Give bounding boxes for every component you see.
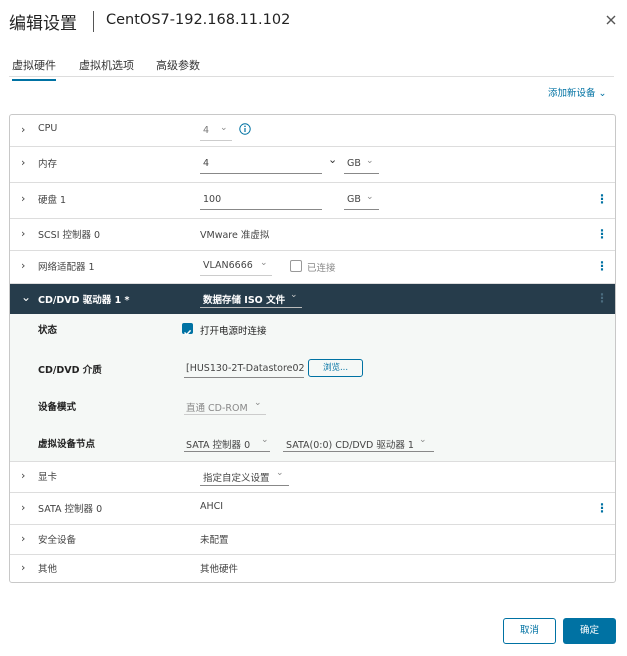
row-cd-dvd-drive: ⌄ CD/DVD 驱动器 1 * 数据存储 ISO 文件 ⌄ ⋮ <box>10 284 615 314</box>
video-card-select[interactable]: 指定自定义设置 <box>203 470 270 484</box>
tab-vm-options[interactable]: 虚拟机选项 <box>79 57 134 73</box>
expand-chevron-icon[interactable]: › <box>21 501 25 514</box>
cpu-select-underline <box>200 140 232 141</box>
checkmark-icon <box>183 329 192 336</box>
expand-chevron-icon[interactable]: › <box>21 156 25 169</box>
chevron-down-icon[interactable]: ⌄ <box>366 156 374 166</box>
row-video-card: › 显卡 指定自定义设置 ⌄ <box>10 462 615 493</box>
tab-virtual-hardware[interactable]: 虚拟硬件 <box>12 57 56 81</box>
device-mode-label: 设备模式 <box>38 402 77 413</box>
memory-unit-select[interactable]: GB <box>347 158 361 169</box>
node-slot-underline <box>283 451 434 452</box>
more-options-icon[interactable]: ⋮ <box>596 259 608 273</box>
node-controller-underline <box>184 451 270 452</box>
node-controller-select[interactable]: SATA 控制器 0 <box>186 437 250 451</box>
chevron-down-icon[interactable]: ⌄ <box>261 435 269 445</box>
power-on-connect-label: 打开电源时连接 <box>200 326 267 337</box>
media-input-underline <box>184 377 304 378</box>
video-card-label: 显卡 <box>38 472 58 483</box>
row-network-adapter: › 网络适配器 1 VLAN6666 ⌄ 已连接 ⋮ <box>10 251 615 284</box>
connected-checkbox[interactable] <box>290 260 302 272</box>
security-value: 未配置 <box>200 535 229 546</box>
scsi-value: VMware 准虚拟 <box>200 230 270 241</box>
disk-unit-underline <box>344 209 379 210</box>
security-label: 安全设备 <box>38 535 77 546</box>
dialog-title: 编辑设置 <box>9 14 77 34</box>
add-new-device-link[interactable]: 添加新设备 ⌄ <box>548 85 607 99</box>
memory-unit-underline <box>344 173 379 174</box>
row-cpu: › CPU 4 ⌄ <box>10 115 615 147</box>
sata-value: AHCI <box>200 501 224 512</box>
chevron-down-icon[interactable]: ⌄ <box>220 123 228 133</box>
row-memory: › 内存 4 ⌄ GB ⌄ <box>10 147 615 183</box>
title-divider <box>93 11 94 32</box>
expand-chevron-icon[interactable]: › <box>21 227 25 240</box>
ok-button[interactable]: 确定 <box>563 618 616 644</box>
sata-label: SATA 控制器 0 <box>38 504 103 515</box>
row-sata-controller: › SATA 控制器 0 AHCI ⋮ <box>10 493 615 525</box>
cpu-label: CPU <box>38 123 58 134</box>
chevron-down-icon[interactable]: ⌄ <box>419 435 427 445</box>
cd-dvd-type-select[interactable]: 数据存储 ISO 文件 <box>203 292 285 306</box>
cd-dvd-type-underline <box>200 307 302 308</box>
row-scsi-controller: › SCSI 控制器 0 VMware 准虚拟 ⋮ <box>10 219 615 251</box>
chevron-down-icon[interactable]: ⌄ <box>276 468 284 478</box>
other-label: 其他 <box>38 564 58 575</box>
node-slot-select[interactable]: SATA(0:0) CD/DVD 驱动器 1 <box>286 437 414 451</box>
memory-label: 内存 <box>38 159 58 170</box>
disk-input-underline <box>200 209 322 210</box>
cd-dvd-details: 状态 打开电源时连接 CD/DVD 介质 [HUS130-2T-Datastor… <box>10 314 615 462</box>
disk-size-input[interactable]: 100 <box>203 194 221 205</box>
expand-chevron-icon[interactable]: › <box>21 561 25 574</box>
media-path-input[interactable]: [HUS130-2T-Datastore02 <box>186 363 304 374</box>
virtual-device-node-label: 虚拟设备节点 <box>38 439 96 450</box>
chevron-down-icon: ⌄ <box>598 88 607 99</box>
connected-label: 已连接 <box>307 263 336 274</box>
expand-chevron-icon[interactable]: › <box>21 469 25 482</box>
tab-advanced-parameters[interactable]: 高级参数 <box>156 57 200 73</box>
status-label: 状态 <box>38 325 58 336</box>
expand-chevron-icon[interactable]: › <box>21 259 25 272</box>
cd-dvd-media-label: CD/DVD 介质 <box>38 365 102 376</box>
row-other: › 其他 其他硬件 <box>10 555 615 581</box>
chevron-down-icon[interactable]: ⌄ <box>254 398 262 408</box>
add-new-device-label: 添加新设备 <box>548 88 596 99</box>
chevron-down-icon[interactable]: ⌄ <box>328 153 337 166</box>
expand-chevron-icon[interactable]: › <box>21 123 25 136</box>
chevron-down-icon[interactable]: ⌄ <box>260 258 268 268</box>
chevron-down-icon[interactable]: ⌄ <box>366 192 374 202</box>
chevron-down-icon[interactable]: ⌄ <box>290 290 298 300</box>
expand-chevron-icon[interactable]: › <box>21 192 25 205</box>
cpu-select[interactable]: 4 <box>203 125 209 136</box>
device-mode-select[interactable]: 直通 CD-ROM <box>186 400 248 414</box>
row-security-devices: › 安全设备 未配置 <box>10 525 615 555</box>
more-options-icon[interactable]: ⋮ <box>596 291 608 305</box>
collapse-chevron-icon[interactable]: ⌄ <box>21 290 31 304</box>
disk-unit-select[interactable]: GB <box>347 194 361 205</box>
more-options-icon[interactable]: ⋮ <box>596 192 608 206</box>
scsi-label: SCSI 控制器 0 <box>38 230 101 241</box>
other-value: 其他硬件 <box>200 564 239 575</box>
memory-input-underline <box>200 173 322 174</box>
hardware-list: › CPU 4 ⌄ › 内存 4 ⌄ GB ⌄ › 硬盘 1 100 GB ⌄ … <box>9 114 616 583</box>
network-label: 网络适配器 1 <box>38 262 95 273</box>
browse-button[interactable]: 浏览... <box>308 359 363 377</box>
more-options-icon[interactable]: ⋮ <box>596 227 608 241</box>
video-card-underline <box>200 485 289 486</box>
power-on-connect-checkbox[interactable] <box>182 323 193 336</box>
more-options-icon[interactable]: ⋮ <box>596 501 608 515</box>
info-icon[interactable] <box>239 123 251 135</box>
tabs-divider <box>9 76 614 77</box>
network-select[interactable]: VLAN6666 <box>203 260 253 271</box>
hard-disk-label: 硬盘 1 <box>38 195 67 206</box>
network-select-underline <box>200 275 272 276</box>
row-hard-disk: › 硬盘 1 100 GB ⌄ ⋮ <box>10 183 615 219</box>
memory-input[interactable]: 4 <box>203 158 209 169</box>
cancel-button[interactable]: 取消 <box>503 618 556 644</box>
vm-name: CentOS7-192.168.11.102 <box>106 12 291 28</box>
device-mode-underline <box>184 414 266 415</box>
expand-chevron-icon[interactable]: › <box>21 532 25 545</box>
close-icon[interactable] <box>603 12 619 28</box>
cd-dvd-label: CD/DVD 驱动器 1 * <box>38 295 130 306</box>
